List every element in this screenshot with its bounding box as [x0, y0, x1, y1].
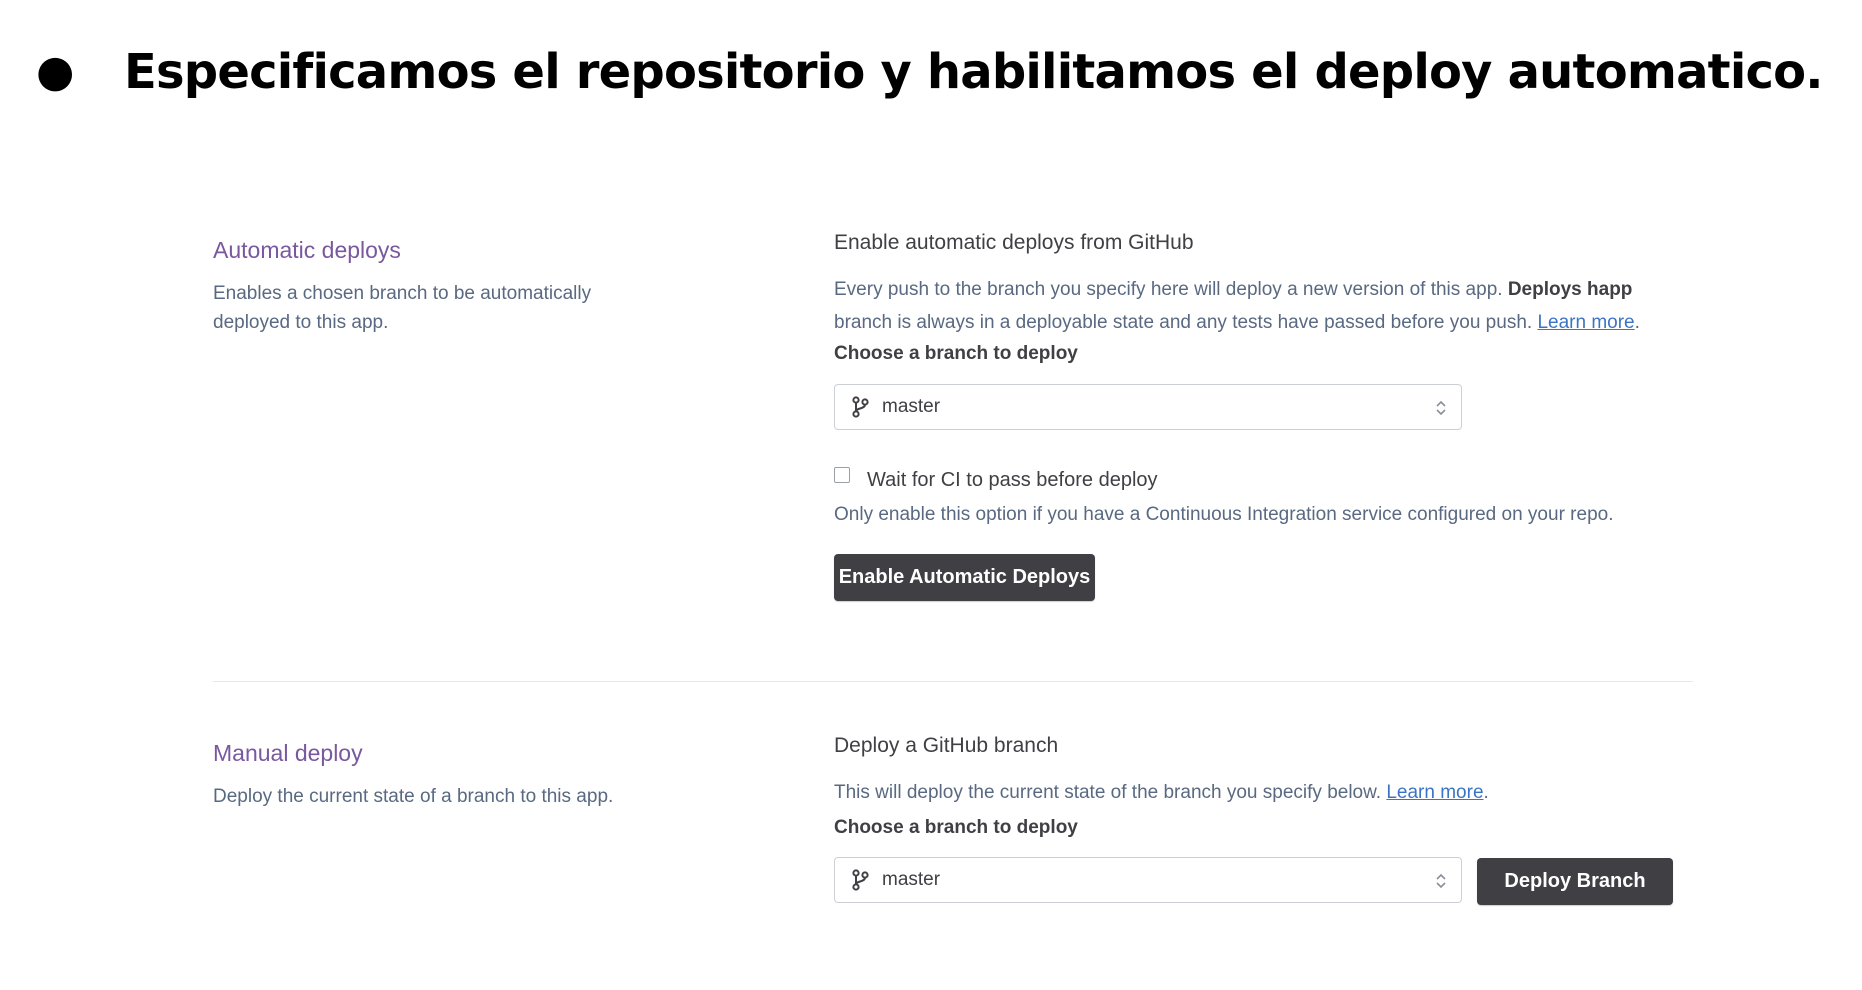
- learn-more-suffix: .: [1634, 312, 1640, 333]
- body-line2-text: branch is always in a deployable state a…: [834, 312, 1538, 333]
- slide-title: Especificamos el repositorio y habilitam…: [124, 44, 1824, 100]
- section-divider: [213, 681, 1693, 682]
- manual-learn-more-link[interactable]: Learn more: [1386, 782, 1483, 803]
- git-branch-icon: [852, 869, 869, 891]
- heroku-deploy-screenshot: Automatic deploys Enables a chosen branc…: [150, 175, 1700, 990]
- body-line1-text: Every push to the branch you specify her…: [834, 279, 1508, 300]
- slide-bullet: ●: [36, 46, 75, 97]
- automatic-deploys-description: Enables a chosen branch to be automatica…: [213, 283, 592, 333]
- chevron-up-down-icon: [1436, 400, 1446, 416]
- automatic-deploys-body: Every push to the branch you specify her…: [834, 273, 1694, 339]
- branch-select-value: master: [882, 396, 941, 417]
- manual-deploy-title: Manual deploy: [213, 740, 363, 766]
- learn-more-link[interactable]: Learn more: [1537, 312, 1634, 333]
- automatic-deploys-heading: Enable automatic deploys from GitHub: [834, 231, 1194, 254]
- body-line1-bold: Deploys happ: [1507, 279, 1633, 300]
- manual-body-text: This will deploy the current state of th…: [834, 782, 1387, 803]
- manual-branch-select-value: master: [882, 869, 941, 890]
- git-branch-icon: [852, 396, 869, 418]
- manual-deploy-body: This will deploy the current state of th…: [834, 776, 1694, 809]
- wait-for-ci-checkbox[interactable]: [834, 467, 850, 483]
- automatic-deploys-title: Automatic deploys: [213, 237, 401, 263]
- enable-automatic-deploys-button[interactable]: Enable Automatic Deploys: [834, 554, 1095, 601]
- deploy-branch-button[interactable]: Deploy Branch: [1477, 858, 1673, 905]
- manual-deploy-description: Deploy the current state of a branch to …: [213, 786, 614, 807]
- manual-deploy-heading: Deploy a GitHub branch: [834, 734, 1059, 757]
- manual-choose-branch-label: Choose a branch to deploy: [834, 817, 1078, 838]
- wait-for-ci-label: Wait for CI to pass before deploy: [867, 469, 1158, 491]
- wait-for-ci-help: Only enable this option if you have a Co…: [834, 504, 1614, 525]
- chevron-up-down-icon: [1436, 873, 1446, 889]
- choose-branch-label: Choose a branch to deploy: [834, 343, 1078, 364]
- manual-learn-more-suffix: .: [1483, 782, 1489, 803]
- manual-branch-select[interactable]: master: [834, 857, 1462, 903]
- branch-select[interactable]: master: [834, 384, 1462, 430]
